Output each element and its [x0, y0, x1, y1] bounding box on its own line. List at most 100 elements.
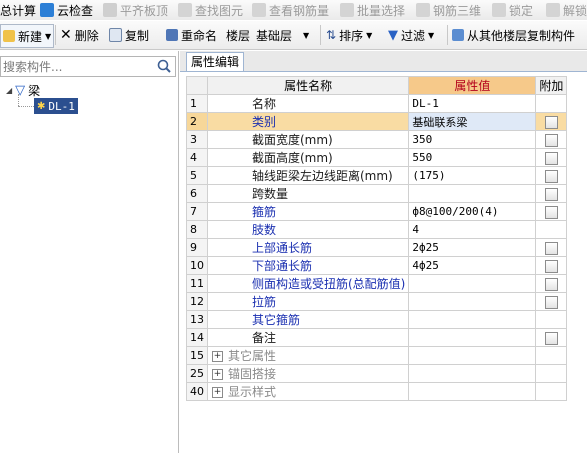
extra-checkbox[interactable]	[544, 115, 558, 129]
property-name-label: 截面高度(mm)	[252, 151, 333, 165]
table-row[interactable]: 9 上部通长筋 2ф25	[186, 238, 568, 257]
align-slab-top-label: 平齐板顶	[120, 3, 169, 18]
table-row[interactable]: 15 + 其它属性	[186, 346, 568, 365]
table-row[interactable]: 12 拉筋	[186, 292, 568, 311]
table-row[interactable]: 4 截面高度(mm) 550	[186, 148, 568, 167]
lock-button[interactable]: 锁定	[492, 0, 533, 20]
property-name-label: 截面宽度(mm)	[252, 133, 333, 147]
delete-button[interactable]: ✕ 删除	[60, 21, 99, 49]
collapse-toggle-icon[interactable]: ◢	[6, 86, 12, 95]
table-row[interactable]: 11 侧面构造或受扭筋(总配筋值)	[186, 274, 568, 293]
rename-label: 重命名	[181, 28, 218, 43]
unlock-button[interactable]: 解锁	[546, 0, 587, 20]
property-name: 拉筋	[206, 292, 410, 311]
property-value[interactable]	[408, 364, 537, 383]
rebar-3d-icon	[416, 3, 430, 17]
view-rebar-button[interactable]: 查看钢筋量	[252, 0, 329, 20]
table-row[interactable]: 3 截面宽度(mm) 350	[186, 130, 568, 149]
property-value[interactable]	[408, 328, 537, 347]
property-value[interactable]	[408, 346, 537, 365]
extra-cell	[535, 292, 568, 311]
extra-checkbox[interactable]	[544, 259, 558, 273]
cloud-check-button[interactable]: 云检查	[40, 0, 93, 20]
expand-icon[interactable]: +	[212, 387, 223, 398]
property-value[interactable]: DL-1	[408, 94, 537, 113]
tree-node-beam[interactable]: ◢ ▽ 梁	[6, 82, 40, 99]
table-row[interactable]: 13 其它箍筋	[186, 310, 568, 329]
filter-button[interactable]: ▼ 过滤 ▼	[388, 21, 434, 49]
extra-cell	[535, 94, 568, 113]
row-index: 15	[186, 346, 208, 365]
property-name[interactable]: + 显示样式	[206, 382, 410, 401]
copy-button[interactable]: 复制	[109, 21, 149, 49]
view-rebar-label: 查看钢筋量	[269, 3, 330, 18]
copy-from-floor-button[interactable]: 从其他楼层复制构件	[452, 21, 575, 49]
property-value[interactable]	[408, 310, 537, 329]
new-label: 新建	[18, 29, 43, 44]
copy-label: 复制	[125, 28, 150, 43]
extra-cell	[535, 328, 568, 347]
table-row[interactable]: 25 + 锚固搭接	[186, 364, 568, 383]
property-value[interactable]: 基础联系梁	[408, 112, 537, 131]
property-value[interactable]	[408, 382, 537, 401]
table-row[interactable]: 2 类别 基础联系梁	[186, 112, 568, 131]
row-index: 1	[186, 94, 208, 113]
tab-property-edit[interactable]: 属性编辑	[186, 52, 245, 71]
extra-cell	[535, 256, 568, 275]
property-name[interactable]: + 锚固搭接	[206, 364, 410, 383]
tree-node-dl1[interactable]: ✱ DL-1	[34, 98, 78, 114]
property-name[interactable]: + 其它属性	[206, 346, 410, 365]
row-index: 5	[186, 166, 208, 185]
expand-icon[interactable]: +	[212, 351, 223, 362]
batch-select-button[interactable]: 批量选择	[340, 0, 405, 20]
extra-checkbox[interactable]	[544, 169, 558, 183]
property-name: 轴线距梁左边线距离(mm)	[206, 166, 410, 185]
property-value[interactable]: ф8@100/200(4)	[408, 202, 537, 221]
align-slab-top-button[interactable]: 平齐板顶	[103, 0, 168, 20]
table-row[interactable]: 40 + 显示样式	[186, 382, 568, 401]
new-button[interactable]: 新建 ▼	[0, 24, 55, 48]
table-row[interactable]: 7 箍筋 ф8@100/200(4)	[186, 202, 568, 221]
property-value[interactable]	[408, 274, 537, 293]
extra-checkbox[interactable]	[544, 187, 558, 201]
floor-select[interactable]: 基础层 ▼	[256, 21, 320, 49]
table-row[interactable]: 8 肢数 4	[186, 220, 568, 239]
lock-icon	[492, 3, 506, 17]
total-calc-button[interactable]: 总计算	[0, 0, 36, 20]
extra-checkbox[interactable]	[544, 295, 558, 309]
extra-checkbox[interactable]	[544, 133, 558, 147]
property-value[interactable]	[408, 184, 537, 203]
table-row[interactable]: 5 轴线距梁左边线距离(mm) (175)	[186, 166, 568, 185]
table-row[interactable]: 1 名称 DL-1	[186, 94, 568, 113]
extra-checkbox[interactable]	[544, 241, 558, 255]
property-value[interactable]: 550	[408, 148, 537, 167]
property-value[interactable]: 4ф25	[408, 256, 537, 275]
table-row[interactable]: 6 跨数量	[186, 184, 568, 203]
extra-cell	[535, 130, 568, 149]
extra-checkbox[interactable]	[544, 331, 558, 345]
chevron-down-icon: ▼	[45, 31, 52, 41]
filter-icon: ▼	[388, 27, 398, 43]
extra-checkbox[interactable]	[544, 277, 558, 291]
extra-checkbox[interactable]	[544, 151, 558, 165]
property-value[interactable]: 4	[408, 220, 537, 239]
sort-button[interactable]: ⇅ 排序 ▼	[326, 21, 372, 49]
table-row[interactable]: 14 备注	[186, 328, 568, 347]
property-value[interactable]	[408, 292, 537, 311]
table-row[interactable]: 10 下部通长筋 4ф25	[186, 256, 568, 275]
property-value[interactable]: (175)	[408, 166, 537, 185]
property-name-label: 跨数量	[252, 187, 289, 201]
expand-icon[interactable]: +	[212, 369, 223, 380]
search-icon[interactable]	[156, 58, 173, 75]
rename-button[interactable]: 重命名	[166, 21, 217, 49]
property-value[interactable]: 2ф25	[408, 238, 537, 257]
floor-value: 基础层	[256, 28, 293, 43]
extra-cell	[535, 220, 568, 239]
property-name: 名称	[206, 94, 410, 113]
search-input[interactable]	[3, 58, 151, 75]
property-value[interactable]: 350	[408, 130, 537, 149]
row-index: 13	[186, 310, 208, 329]
find-element-button[interactable]: 查找图元	[178, 0, 243, 20]
rebar-3d-button[interactable]: 钢筋三维	[416, 0, 481, 20]
extra-checkbox[interactable]	[544, 205, 558, 219]
